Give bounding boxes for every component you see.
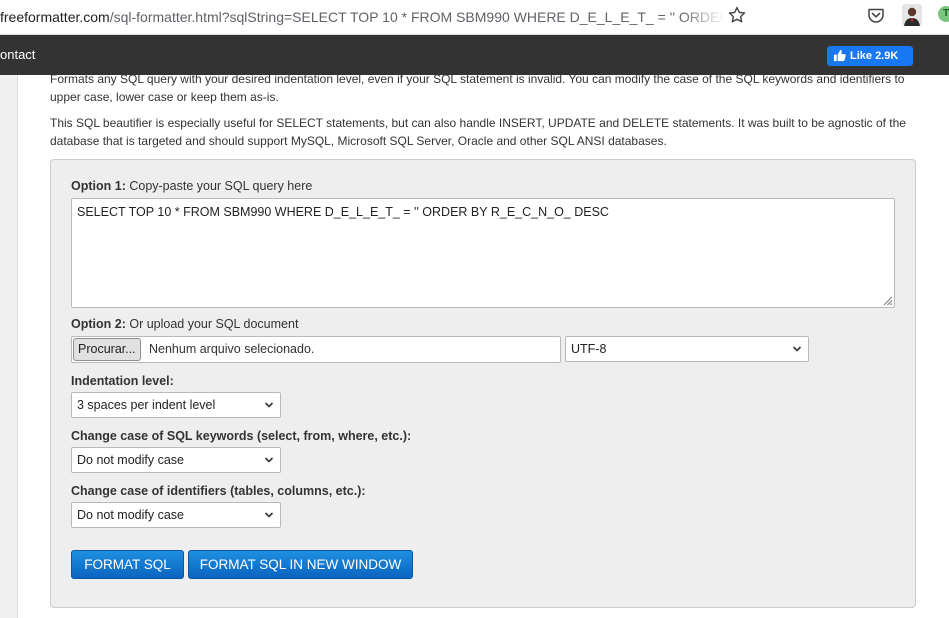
keywords-case-value: Do not modify case [77,453,184,467]
identifiers-case-select[interactable]: Do not modify case [71,502,281,528]
option1-label: Option 1: Copy-paste your SQL query here [71,179,313,193]
description-paragraph: This SQL beautifier is especially useful… [50,116,906,148]
url-host: freeformatter.com [0,9,110,25]
indentation-select[interactable]: 3 spaces per indent level [71,392,281,418]
resize-grip-icon[interactable] [881,294,893,306]
star-icon[interactable] [727,5,747,25]
facebook-like-label: Like 2.9K [850,50,899,62]
keywords-case-label: Change case of SQL keywords (select, fro… [71,429,412,443]
chevron-down-icon [792,346,802,352]
sql-query-text: SELECT TOP 10 * FROM SBM990 WHERE D_E_L_… [77,205,609,219]
intro-paragraph: Formats any SQL query with your desired … [50,72,905,104]
keywords-case-select[interactable]: Do not modify case [71,447,281,473]
url-path: /sql-formatter.html?sqlString=SELECT TOP… [109,9,725,25]
formatter-form-panel: Option 1: Copy-paste your SQL query here… [50,159,916,608]
sql-query-textarea[interactable]: SELECT TOP 10 * FROM SBM990 WHERE D_E_L_… [71,198,895,308]
chevron-down-icon [264,402,274,408]
chevron-down-icon [264,457,274,463]
pocket-icon[interactable] [866,5,886,25]
identifiers-case-label: Change case of identifiers (tables, colu… [71,484,366,498]
format-sql-button[interactable]: FORMAT SQL [71,550,184,579]
encoding-value: UTF-8 [571,342,607,356]
file-upload-input[interactable]: Procurar... Nenhum arquivo selecionado. [71,336,561,363]
format-sql-new-window-button[interactable]: FORMAT SQL IN NEW WINDOW [188,550,413,579]
indentation-label: Indentation level: [71,374,174,388]
facebook-like-button[interactable]: Like 2.9K [827,46,913,66]
address-bar[interactable]: freeformatter.com/sql-formatter.html?sql… [0,7,725,27]
site-navbar: ontact [0,35,949,75]
thumbs-up-icon [833,49,846,62]
indentation-value: 3 spaces per indent level [77,398,216,412]
file-status-text: Nenhum arquivo selecionado. [149,342,315,356]
profile-icon[interactable] [902,4,922,26]
identifiers-case-value: Do not modify case [77,508,184,522]
extension-icon[interactable]: T [938,6,949,22]
nav-contact-link[interactable]: ontact [0,47,35,62]
option2-label: Option 2: Or upload your SQL document [71,317,299,331]
chevron-down-icon [264,512,274,518]
encoding-select[interactable]: UTF-8 [565,336,809,362]
main-content: Formats any SQL query with your desired … [17,72,949,618]
browse-button[interactable]: Procurar... [73,338,141,361]
browser-toolbar: freeformatter.com/sql-formatter.html?sql… [0,0,949,35]
